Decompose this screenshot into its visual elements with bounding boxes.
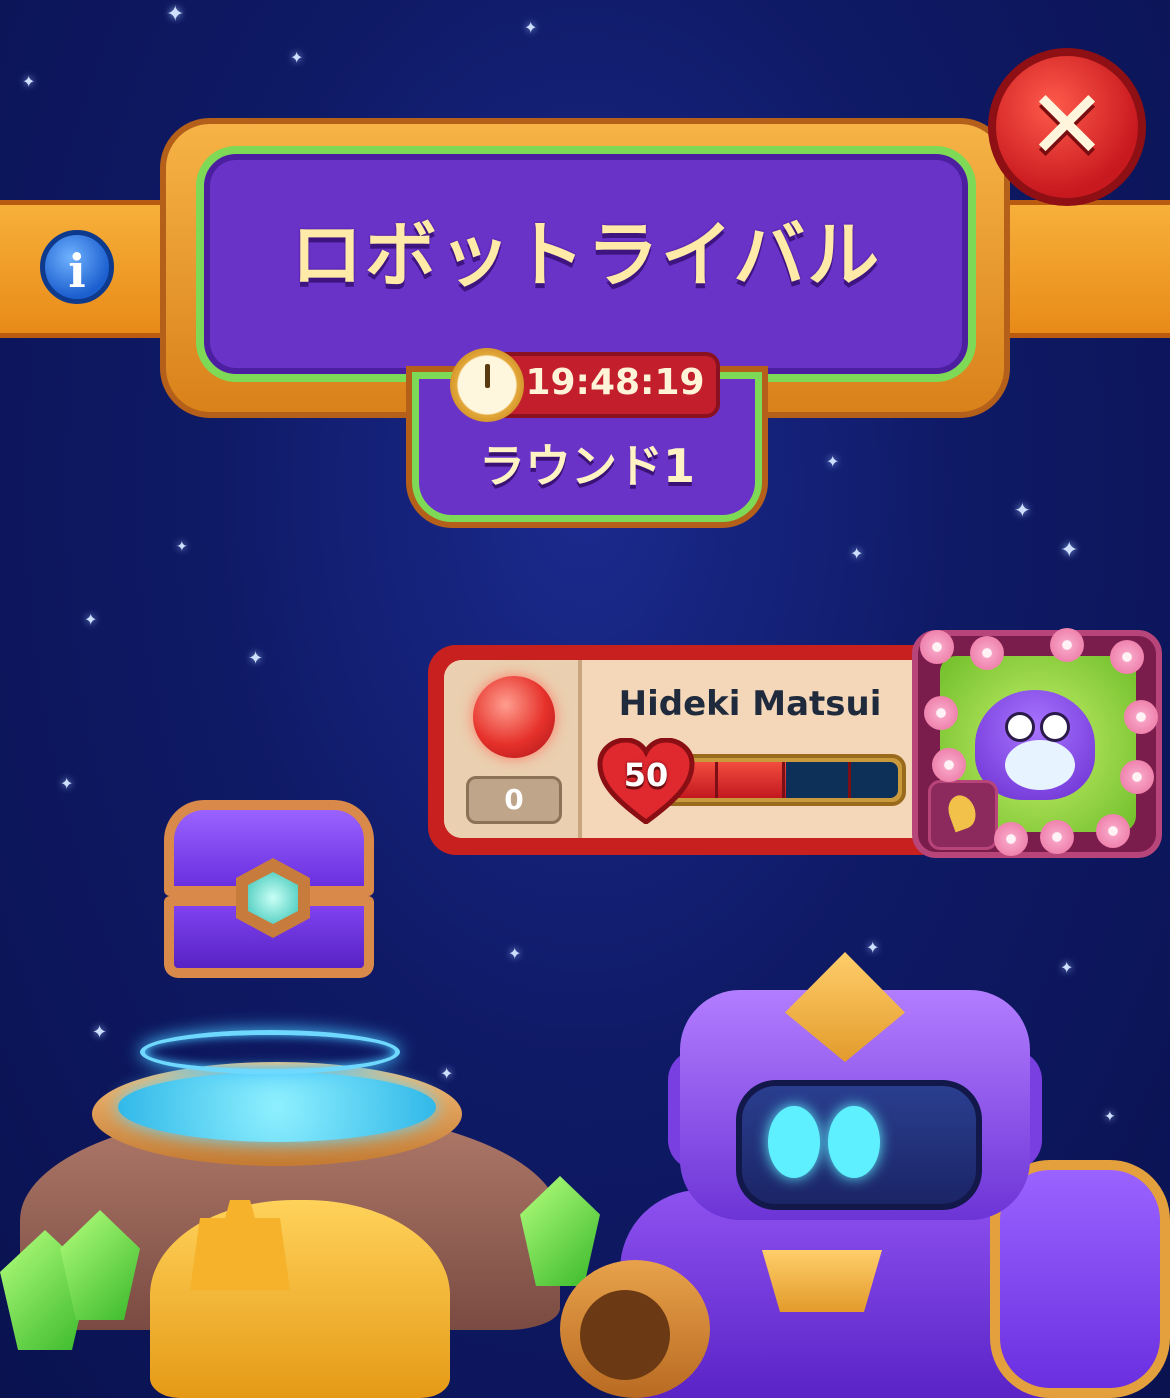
star: ✦ bbox=[440, 1064, 454, 1083]
blossom-icon bbox=[932, 748, 966, 782]
robot-eye bbox=[828, 1106, 880, 1178]
blossom-icon bbox=[1124, 700, 1158, 734]
star: ✦ bbox=[1060, 538, 1079, 563]
round-label: ラウンド1 bbox=[478, 439, 695, 493]
health-bar-divider bbox=[848, 762, 851, 798]
star: ✦ bbox=[524, 18, 538, 37]
blossom-icon bbox=[1096, 814, 1130, 848]
blossom-icon bbox=[994, 822, 1028, 856]
health-bar-divider bbox=[782, 762, 785, 798]
star: ✦ bbox=[166, 2, 185, 27]
star: ✦ bbox=[60, 774, 74, 793]
frog-eye bbox=[1040, 712, 1070, 742]
star: ✦ bbox=[92, 1022, 108, 1043]
blossom-icon bbox=[970, 636, 1004, 670]
star: ✦ bbox=[1014, 498, 1031, 522]
pedestal-glow bbox=[118, 1072, 436, 1142]
info-button[interactable]: i bbox=[40, 230, 114, 304]
star: ✦ bbox=[176, 539, 188, 555]
blossom-icon bbox=[1120, 760, 1154, 794]
info-icon: i bbox=[68, 244, 86, 298]
star: ✦ bbox=[22, 72, 36, 91]
clock-icon bbox=[450, 348, 524, 422]
frog-eye bbox=[1005, 712, 1035, 742]
star: ✦ bbox=[290, 48, 304, 67]
star: ✦ bbox=[248, 648, 264, 669]
robot-chest-plate bbox=[762, 1250, 882, 1312]
star: ✦ bbox=[866, 938, 880, 957]
blossom-icon bbox=[924, 696, 958, 730]
star: ✦ bbox=[1060, 958, 1074, 977]
star: ✦ bbox=[508, 944, 522, 963]
robot-eye bbox=[768, 1106, 820, 1178]
hologram-ring bbox=[140, 1030, 400, 1074]
health-value: 50 bbox=[623, 756, 669, 794]
blossom-icon bbox=[920, 630, 954, 664]
frog-belly bbox=[1005, 740, 1075, 790]
star: ✦ bbox=[84, 610, 98, 629]
star: ✦ bbox=[1104, 1109, 1116, 1125]
health-bar-divider bbox=[715, 762, 718, 798]
blossom-icon bbox=[1050, 628, 1084, 662]
red-orb-icon bbox=[473, 676, 555, 758]
star: ✦ bbox=[826, 452, 840, 471]
page-title: ロボットライバル bbox=[290, 213, 882, 297]
close-icon: ✕ bbox=[1026, 69, 1108, 181]
leaf-icon bbox=[928, 780, 998, 850]
blossom-icon bbox=[1110, 640, 1144, 674]
player-name: Hideki Matsui bbox=[618, 684, 882, 724]
golden-cannon bbox=[150, 1200, 450, 1398]
robot-arm-barrel bbox=[580, 1290, 670, 1380]
close-button[interactable]: ✕ bbox=[988, 48, 1146, 206]
countdown-timer: 19:48:19 bbox=[525, 362, 705, 403]
gem-count: 0 bbox=[466, 776, 562, 824]
star: ✦ bbox=[850, 544, 864, 563]
blossom-icon bbox=[1040, 820, 1074, 854]
